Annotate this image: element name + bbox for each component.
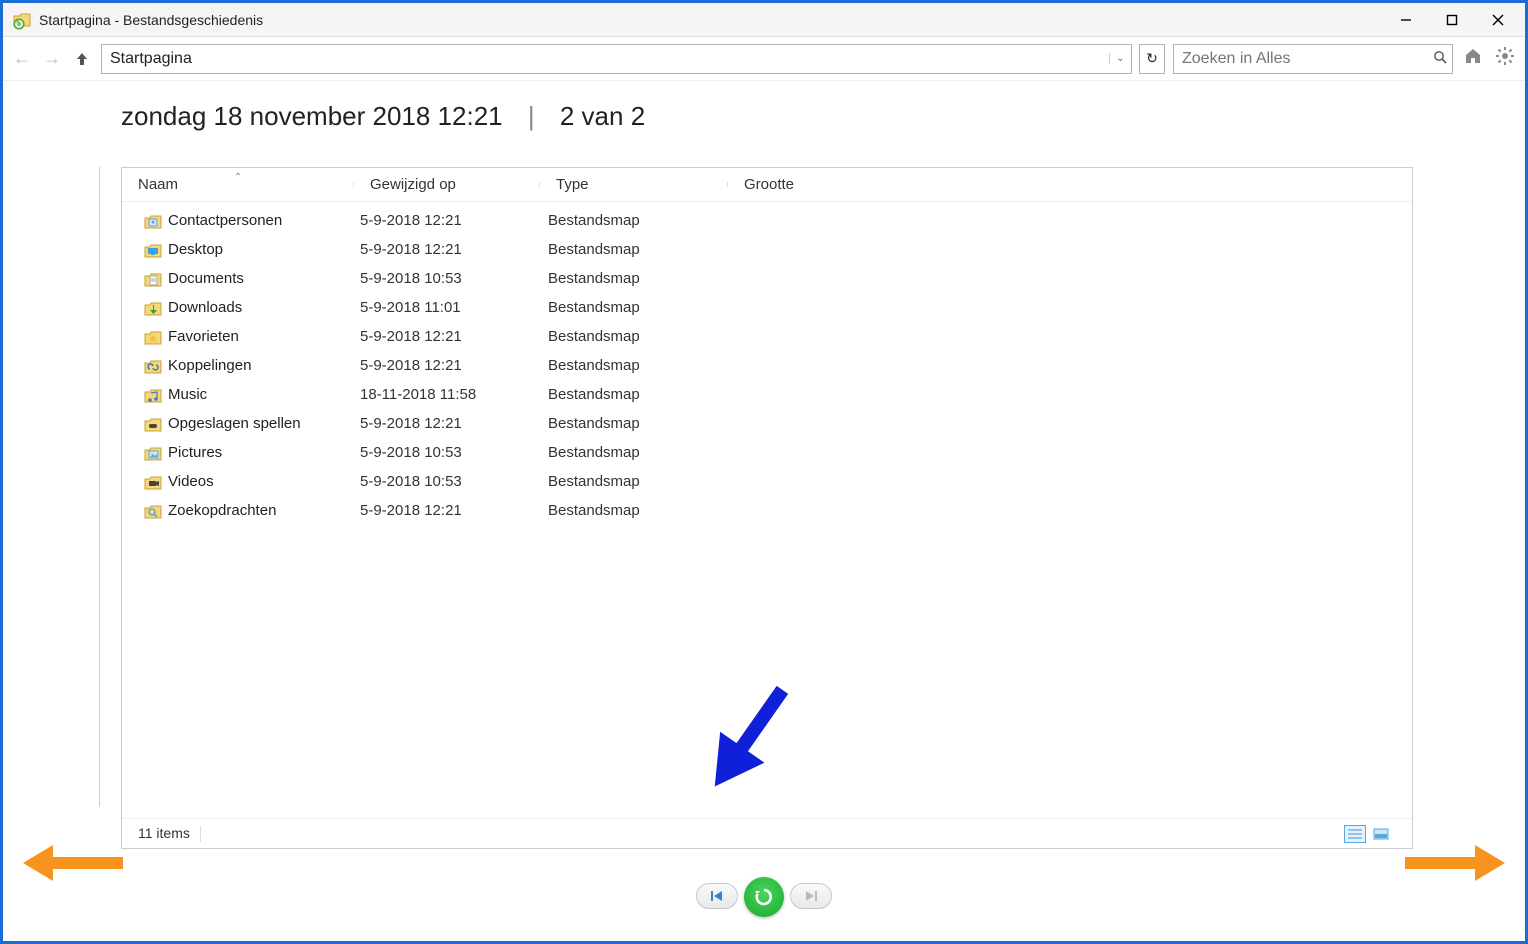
table-row[interactable]: Favorieten 5-9-2018 12:21Bestandsmap bbox=[122, 322, 1412, 351]
table-row[interactable]: Downloads 5-9-2018 11:01Bestandsmap bbox=[122, 293, 1412, 322]
status-count: 11 items bbox=[138, 825, 201, 842]
snapshot-position: 2 van 2 bbox=[560, 101, 645, 131]
file-modified: 5-9-2018 12:21 bbox=[354, 328, 540, 345]
left-stub bbox=[6, 167, 100, 807]
file-type: Bestandsmap bbox=[540, 386, 728, 403]
history-pager bbox=[3, 883, 1525, 923]
file-type: Bestandsmap bbox=[540, 415, 728, 432]
file-modified: 5-9-2018 12:21 bbox=[354, 241, 540, 258]
file-name: Videos bbox=[168, 473, 214, 490]
next-version-button[interactable] bbox=[790, 883, 832, 909]
folder-icon bbox=[144, 329, 162, 345]
table-row[interactable]: Zoekopdrachten 5-9-2018 12:21Bestandsmap bbox=[122, 496, 1412, 525]
file-name: Zoekopdrachten bbox=[168, 502, 276, 519]
file-modified: 5-9-2018 12:21 bbox=[354, 502, 540, 519]
column-header-type[interactable]: Type bbox=[540, 176, 728, 193]
file-name: Pictures bbox=[168, 444, 222, 461]
folder-icon bbox=[144, 271, 162, 287]
file-name: Downloads bbox=[168, 299, 242, 316]
address-bar[interactable]: Startpagina ⌄ bbox=[101, 44, 1132, 74]
folder-icon bbox=[144, 445, 162, 461]
file-type: Bestandsmap bbox=[540, 299, 728, 316]
file-modified: 18-11-2018 11:58 bbox=[354, 386, 540, 403]
file-type: Bestandsmap bbox=[540, 473, 728, 490]
file-type: Bestandsmap bbox=[540, 502, 728, 519]
table-row[interactable]: Contactpersonen 5-9-2018 12:21Bestandsmap bbox=[122, 206, 1412, 235]
file-type: Bestandsmap bbox=[540, 444, 728, 461]
search-icon[interactable] bbox=[1428, 50, 1452, 67]
minimize-button[interactable] bbox=[1383, 5, 1429, 35]
table-row[interactable]: Opgeslagen spellen 5-9-2018 12:21Bestands… bbox=[122, 409, 1412, 438]
file-modified: 5-9-2018 12:21 bbox=[354, 415, 540, 432]
column-header-name[interactable]: ⌃ Naam bbox=[122, 176, 354, 193]
forward-button[interactable]: → bbox=[41, 48, 63, 70]
snapshot-heading: zondag 18 november 2018 12:21 | 2 van 2 bbox=[3, 81, 1525, 142]
file-name: Music bbox=[168, 386, 207, 403]
thumbnails-view-button[interactable] bbox=[1370, 825, 1392, 843]
address-text: Startpagina bbox=[102, 50, 1109, 68]
maximize-button[interactable] bbox=[1429, 5, 1475, 35]
file-modified: 5-9-2018 11:01 bbox=[354, 299, 540, 316]
previous-version-button[interactable] bbox=[696, 883, 738, 909]
back-button[interactable]: ← bbox=[11, 48, 33, 70]
file-modified: 5-9-2018 10:53 bbox=[354, 444, 540, 461]
table-row[interactable]: Music 18-11-2018 11:58Bestandsmap bbox=[122, 380, 1412, 409]
file-name: Opgeslagen spellen bbox=[168, 415, 301, 432]
file-name: Documents bbox=[168, 270, 244, 287]
window-title: Startpagina - Bestandsgeschiedenis bbox=[39, 12, 263, 28]
file-type: Bestandsmap bbox=[540, 270, 728, 287]
search-box[interactable] bbox=[1173, 44, 1453, 74]
nav-row: ← → Startpagina ⌄ ↻ bbox=[3, 37, 1525, 81]
heading-divider: | bbox=[528, 101, 535, 131]
up-button[interactable] bbox=[71, 48, 93, 70]
file-name: Favorieten bbox=[168, 328, 239, 345]
file-name: Koppelingen bbox=[168, 357, 251, 374]
file-type: Bestandsmap bbox=[540, 241, 728, 258]
folder-icon bbox=[144, 358, 162, 374]
column-headers: ⌃ Naam Gewijzigd op Type Grootte bbox=[122, 168, 1412, 202]
status-bar: 11 items bbox=[122, 818, 1412, 848]
search-input[interactable] bbox=[1174, 50, 1428, 68]
file-modified: 5-9-2018 10:53 bbox=[354, 473, 540, 490]
table-row[interactable]: Videos 5-9-2018 10:53Bestandsmap bbox=[122, 467, 1412, 496]
file-type: Bestandsmap bbox=[540, 212, 728, 229]
home-icon[interactable] bbox=[1461, 46, 1485, 72]
column-header-modified[interactable]: Gewijzigd op bbox=[354, 176, 540, 193]
file-type: Bestandsmap bbox=[540, 357, 728, 374]
folder-icon bbox=[144, 416, 162, 432]
table-row[interactable]: Documents 5-9-2018 10:53Bestandsmap bbox=[122, 264, 1412, 293]
folder-icon bbox=[144, 213, 162, 229]
table-row[interactable]: Koppelingen 5-9-2018 12:21Bestandsmap bbox=[122, 351, 1412, 380]
folder-icon bbox=[144, 387, 162, 403]
refresh-button[interactable]: ↻ bbox=[1139, 44, 1165, 74]
table-row[interactable]: Desktop 5-9-2018 12:21Bestandsmap bbox=[122, 235, 1412, 264]
file-name: Desktop bbox=[168, 241, 223, 258]
details-view-button[interactable] bbox=[1344, 825, 1366, 843]
file-modified: 5-9-2018 12:21 bbox=[354, 357, 540, 374]
folder-icon bbox=[144, 503, 162, 519]
file-name: Contactpersonen bbox=[168, 212, 282, 229]
snapshot-timestamp: zondag 18 november 2018 12:21 bbox=[121, 101, 503, 131]
close-button[interactable] bbox=[1475, 5, 1521, 35]
app-icon bbox=[13, 10, 33, 30]
gear-icon[interactable] bbox=[1493, 46, 1517, 72]
file-type: Bestandsmap bbox=[540, 328, 728, 345]
address-dropdown-icon[interactable]: ⌄ bbox=[1109, 53, 1131, 64]
column-header-size[interactable]: Grootte bbox=[728, 176, 868, 193]
titlebar: Startpagina - Bestandsgeschiedenis bbox=[3, 3, 1525, 37]
annotation-arrow-right bbox=[1405, 843, 1505, 883]
file-modified: 5-9-2018 12:21 bbox=[354, 212, 540, 229]
folder-icon bbox=[144, 474, 162, 490]
annotation-arrow-restore bbox=[703, 679, 793, 799]
table-row[interactable]: Pictures 5-9-2018 10:53Bestandsmap bbox=[122, 438, 1412, 467]
sort-caret-icon: ⌃ bbox=[234, 172, 242, 183]
annotation-arrow-left bbox=[23, 843, 123, 883]
restore-button[interactable] bbox=[744, 877, 784, 917]
folder-icon bbox=[144, 300, 162, 316]
folder-icon bbox=[144, 242, 162, 258]
file-modified: 5-9-2018 10:53 bbox=[354, 270, 540, 287]
